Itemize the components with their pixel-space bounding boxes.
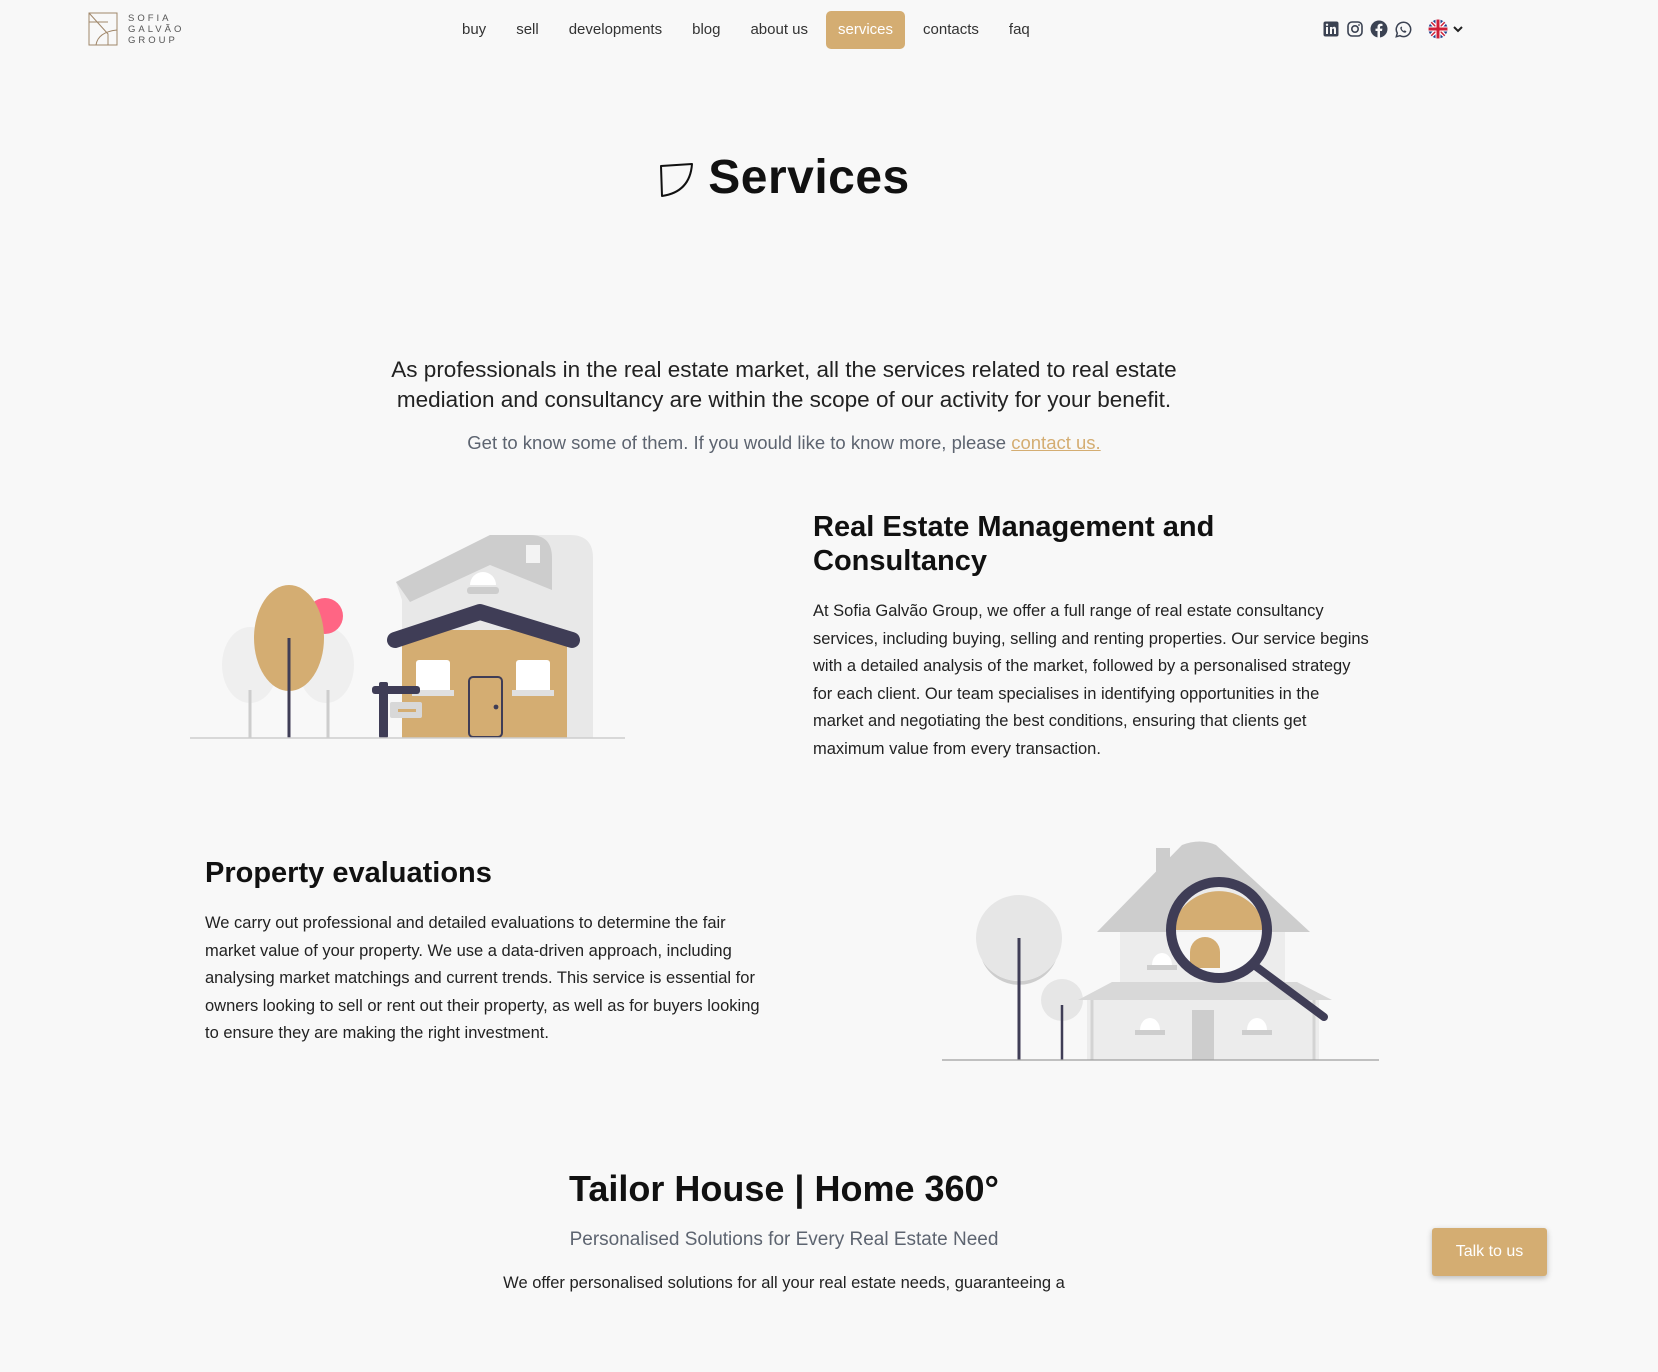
nav-item-faq[interactable]: faq — [997, 11, 1042, 49]
nav-item-buy[interactable]: buy — [450, 11, 498, 49]
section-body: We carry out professional and detailed e… — [205, 914, 760, 1043]
intro-text: As professionals in the real estate mark… — [391, 357, 1177, 412]
section-title: Property evaluations — [205, 857, 492, 889]
linkedin-icon[interactable] — [1322, 20, 1340, 38]
intro-subtext: Get to know some of them. If you would l… — [340, 432, 1228, 454]
contact-us-link[interactable]: contact us. — [1011, 432, 1100, 453]
tailor-house-title: Tailor House | Home 360° — [569, 1168, 999, 1209]
logo-text: SOFIA GALVÃO GROUP — [128, 12, 185, 46]
nav-item-blog[interactable]: blog — [680, 11, 732, 49]
social-links — [1322, 20, 1412, 38]
nav-item-services[interactable]: services — [826, 11, 906, 49]
page-title: Services — [708, 151, 910, 204]
facebook-icon[interactable] — [1370, 20, 1388, 38]
whatsapp-icon[interactable] — [1394, 20, 1412, 38]
nav-item-about-us[interactable]: about us — [738, 11, 820, 49]
nav-item-contacts[interactable]: contacts — [911, 11, 991, 49]
page-title-block: Services — [0, 150, 1568, 205]
nav-item-sell[interactable]: sell — [504, 11, 551, 49]
section-body: At Sofia Galvão Group, we offer a full r… — [813, 602, 1369, 758]
brand-logo[interactable]: SOFIA GALVÃO GROUP — [88, 12, 184, 46]
house-magnifier-illustration — [942, 841, 1379, 1061]
chevron-down-icon — [1453, 26, 1463, 33]
language-selector[interactable] — [1428, 19, 1464, 39]
site-header: SOFIA GALVÃO GROUP buy sell developments… — [0, 0, 1568, 60]
section-title: Real Estate Management and Consultancy — [813, 511, 1215, 577]
logo-mark-icon — [88, 12, 118, 46]
leaf-shape-icon — [660, 162, 694, 197]
talk-to-us-button[interactable]: Talk to us — [1432, 1228, 1547, 1276]
main-nav: buy sell developments blog about us serv… — [447, 11, 1045, 49]
nav-item-developments[interactable]: developments — [557, 11, 674, 49]
uk-flag-icon — [1428, 19, 1448, 39]
instagram-icon[interactable] — [1346, 20, 1364, 38]
tailor-house-subtitle: Personalised Solutions for Every Real Es… — [569, 1229, 999, 1250]
section-property-evaluations: Property evaluations We carry out profes… — [205, 856, 765, 1048]
section-management-consultancy: Real Estate Management and Consultancy A… — [813, 510, 1373, 764]
tailor-house-text: We offer personalised solutions for all … — [503, 1274, 1065, 1292]
house-for-sale-illustration — [190, 535, 625, 739]
intro-subtext-text: Get to know some of them. If you would l… — [467, 432, 1012, 453]
